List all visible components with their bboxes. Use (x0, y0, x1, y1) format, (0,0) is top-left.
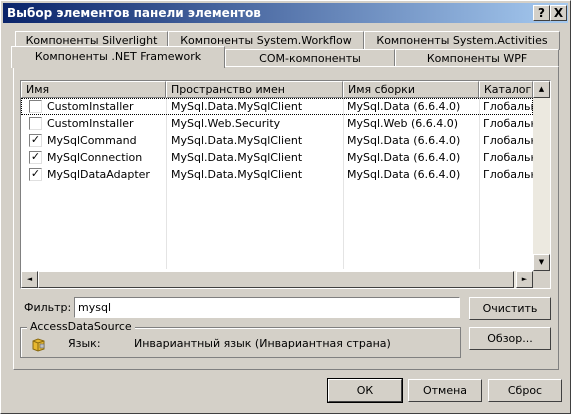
horizontal-scrollbar[interactable]: ◄ ► (21, 271, 533, 288)
tab-system-activities[interactable]: Компоненты System.Activities (364, 31, 560, 50)
cell-assembly: MySql.Web (6.6.4.0) (347, 117, 459, 130)
clear-button[interactable]: Очистить (469, 297, 551, 320)
component-details-group: AccessDataSource Язык: Инвариантный язык… (20, 320, 461, 358)
cell-name: CustomInstaller (47, 117, 134, 130)
cell-catalog: Глобальны... (483, 100, 533, 113)
cell-namespace: MySql.Data.MySqlClient (171, 134, 303, 147)
title-bar: Выбор элементов панели элементов ? X (3, 3, 568, 23)
cell-assembly: MySql.Data (6.6.4.0) (347, 100, 461, 113)
help-button[interactable]: ? (533, 5, 550, 21)
browse-button[interactable]: Обзор... (469, 327, 551, 350)
scroll-left-icon[interactable]: ◄ (21, 271, 38, 288)
scroll-down-icon[interactable]: ▼ (533, 254, 550, 271)
row-checkbox[interactable] (29, 117, 42, 130)
component-icon (32, 338, 45, 352)
cell-name: MySqlCommand (47, 134, 137, 147)
table-row[interactable]: ✓ MySqlConnection MySql.Data.MySqlClient… (21, 149, 533, 166)
cell-namespace: MySql.Data.MySqlClient (171, 168, 303, 181)
reset-button[interactable]: Сброс (488, 379, 562, 402)
cell-namespace: MySql.Web.Security (171, 117, 281, 130)
column-header-name[interactable]: Имя (21, 81, 166, 98)
close-button[interactable]: X (550, 5, 567, 21)
language-label: Язык: (68, 337, 101, 350)
row-checkbox[interactable]: ✓ (29, 168, 42, 181)
scroll-corner (533, 271, 550, 288)
row-checkbox[interactable] (29, 100, 42, 113)
table-row[interactable]: CustomInstaller MySql.Data.MySqlClient M… (21, 98, 533, 115)
column-header-assembly[interactable]: Имя сборки (343, 81, 479, 98)
row-checkbox[interactable]: ✓ (29, 151, 42, 164)
cell-catalog: Глобальны... (483, 134, 533, 147)
cell-namespace: MySql.Data.MySqlClient (171, 100, 303, 113)
component-name: AccessDataSource (27, 320, 135, 333)
table-row[interactable]: ✓ MySqlCommand MySql.Data.MySqlClient My… (21, 132, 533, 149)
scroll-right-icon[interactable]: ► (516, 271, 533, 288)
tab-net-framework[interactable]: Компоненты .NET Framework (11, 46, 225, 68)
language-value: Инвариантный язык (Инвариантная страна) (134, 337, 391, 350)
scroll-up-icon[interactable]: ▲ (533, 81, 550, 98)
cell-catalog: Глобальны... (483, 151, 533, 164)
column-header-catalog[interactable]: Каталог (479, 81, 533, 98)
filter-label: Фильтр: (24, 301, 72, 314)
cell-name: CustomInstaller (47, 100, 134, 113)
window-title: Выбор элементов панели элементов (7, 6, 261, 20)
cell-namespace: MySql.Data.MySqlClient (171, 151, 303, 164)
cell-assembly: MySql.Data (6.6.4.0) (347, 151, 461, 164)
column-header-namespace[interactable]: Пространство имен (166, 81, 343, 98)
ok-button[interactable]: ОК (327, 378, 403, 403)
cell-assembly: MySql.Data (6.6.4.0) (347, 168, 461, 181)
table-row[interactable]: ✓ MySqlDataAdapter MySql.Data.MySqlClien… (21, 166, 533, 183)
cell-name: MySqlConnection (47, 151, 143, 164)
cancel-button[interactable]: Отмена (408, 379, 482, 402)
cell-name: MySqlDataAdapter (47, 168, 150, 181)
cell-catalog: Глобальны... (483, 168, 533, 181)
horizontal-scroll-thumb[interactable] (38, 271, 514, 288)
cell-assembly: MySql.Data (6.6.4.0) (347, 134, 461, 147)
vertical-scrollbar[interactable]: ▲ ▼ (533, 81, 550, 271)
component-list[interactable]: Имя Пространство имен Имя сборки Каталог… (20, 80, 551, 289)
cell-catalog: Глобальны... (483, 117, 533, 130)
filter-input[interactable] (74, 297, 460, 318)
table-row[interactable]: CustomInstaller MySql.Web.Security MySql… (21, 115, 533, 132)
row-checkbox[interactable]: ✓ (29, 134, 42, 147)
